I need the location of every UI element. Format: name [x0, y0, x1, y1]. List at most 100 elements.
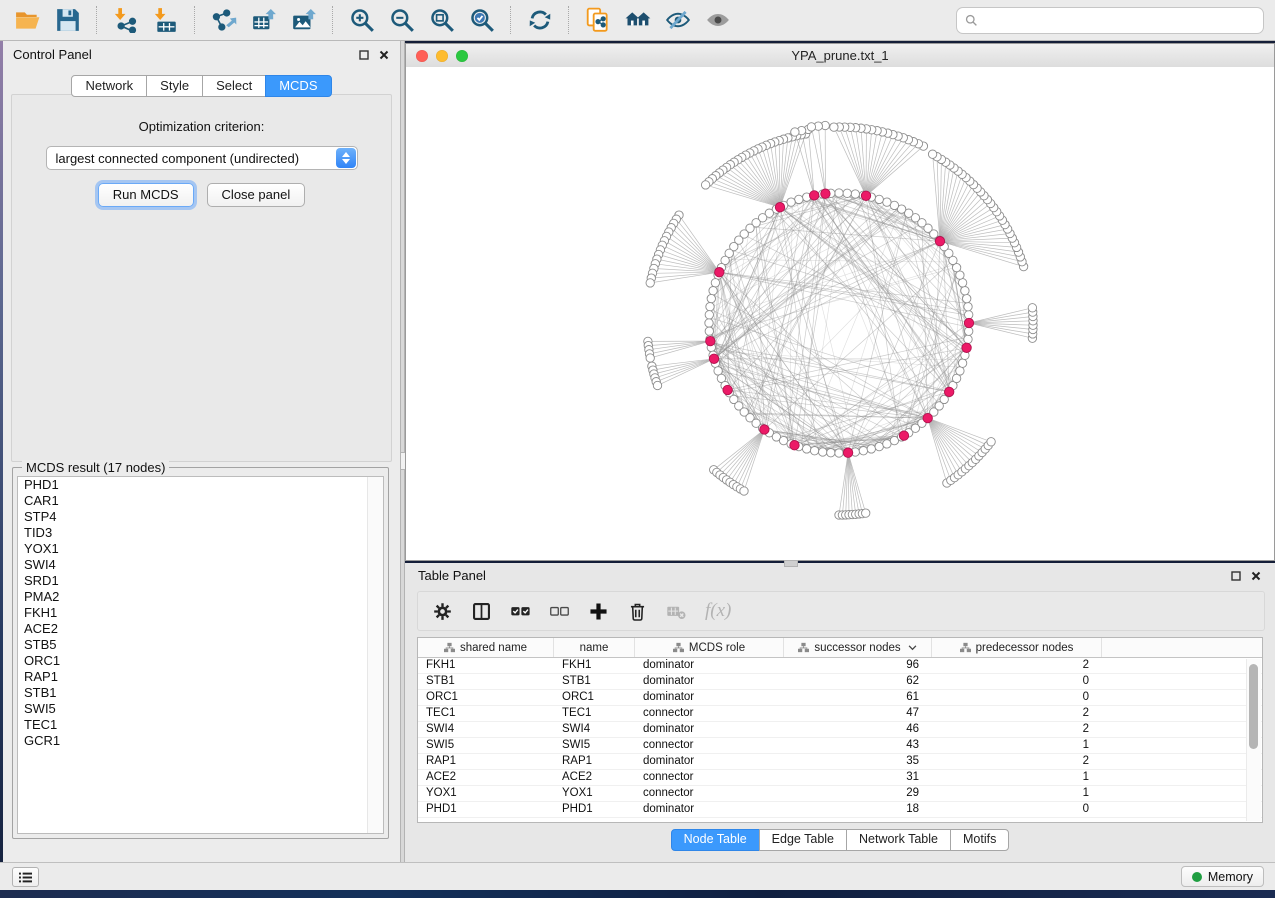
memory-button[interactable]: Memory	[1181, 866, 1264, 887]
mcds-result-item[interactable]: STB5	[18, 637, 383, 653]
table-scrollbar[interactable]	[1246, 659, 1261, 821]
memory-label: Memory	[1208, 870, 1253, 884]
search-box	[956, 7, 1264, 34]
zoom-in-icon[interactable]	[344, 4, 380, 36]
table-panel: Table Panel f(x) shared namenameMCDS rol…	[405, 563, 1275, 862]
add-icon[interactable]	[588, 601, 609, 622]
mcds-result-item[interactable]: SWI5	[18, 701, 383, 717]
mcds-result-item[interactable]: STP4	[18, 509, 383, 525]
tab-network[interactable]: Network	[71, 75, 147, 97]
column-label: predecessor nodes	[976, 642, 1074, 654]
close-table-panel-icon[interactable]	[1250, 570, 1262, 582]
close-panel-button[interactable]: Close panel	[207, 183, 306, 207]
column-header-MCDS-role[interactable]: MCDS role	[635, 638, 784, 657]
zoom-out-icon[interactable]	[384, 4, 420, 36]
tab-motifs[interactable]: Motifs	[950, 829, 1009, 851]
network-window-titlebar[interactable]: YPA_prune.txt_1	[406, 44, 1274, 68]
tab-network-table[interactable]: Network Table	[846, 829, 951, 851]
zoom-fit-icon[interactable]	[424, 4, 460, 36]
select-all-icon[interactable]	[510, 601, 531, 622]
table-scrollbar-thumb[interactable]	[1249, 664, 1258, 749]
mcds-result-item[interactable]: RAP1	[18, 669, 383, 685]
table-row[interactable]: FKH1FKH1dominator962	[418, 658, 1262, 674]
column-header-shared-name[interactable]: shared name	[418, 638, 554, 657]
share-document-icon[interactable]	[580, 4, 616, 36]
mcds-result-item[interactable]: YOX1	[18, 541, 383, 557]
node-table: shared namenameMCDS rolesuccessor nodes p…	[417, 637, 1263, 823]
mcds-result-item[interactable]: PHD1	[18, 477, 383, 493]
cell-successor-nodes: 47	[784, 706, 932, 721]
save-icon[interactable]	[50, 4, 86, 36]
refresh-icon[interactable]	[522, 4, 558, 36]
mcds-result-item[interactable]: GCR1	[18, 733, 383, 749]
mcds-result-item[interactable]: ACE2	[18, 621, 383, 637]
network-graph[interactable]	[406, 67, 1274, 560]
gear-icon[interactable]	[432, 601, 453, 622]
mcds-result-group: MCDS result (17 nodes) PHD1CAR1STP4TID3Y…	[12, 467, 389, 839]
table-row[interactable]: YOX1YOX1connector291	[418, 786, 1262, 802]
mcds-result-item[interactable]: SRD1	[18, 573, 383, 589]
cell-predecessor-nodes: 0	[932, 690, 1102, 705]
cell-MCDS-role: dominator	[635, 722, 784, 737]
tab-select[interactable]: Select	[202, 75, 266, 97]
close-panel-icon[interactable]	[378, 49, 390, 61]
table-row[interactable]: ACE2ACE2connector311	[418, 770, 1262, 786]
table-row[interactable]: STB1STB1dominator620	[418, 674, 1262, 690]
export-network-icon[interactable]	[206, 4, 242, 36]
mcds-result-item[interactable]: FKH1	[18, 605, 383, 621]
cell-shared-name: YOX1	[418, 786, 554, 801]
export-table-icon[interactable]	[246, 4, 282, 36]
table-row[interactable]: PHD1PHD1dominator180	[418, 802, 1262, 818]
deselect-all-icon[interactable]	[549, 601, 570, 622]
table-row[interactable]: SWI5SWI5connector431	[418, 738, 1262, 754]
cell-shared-name: SWI4	[418, 722, 554, 737]
mcds-result-item[interactable]: TID3	[18, 525, 383, 541]
delete-icon[interactable]	[627, 601, 648, 622]
table-row[interactable]: ORC1ORC1dominator610	[418, 690, 1262, 706]
mcds-result-item[interactable]: CAR1	[18, 493, 383, 509]
task-history-button[interactable]	[12, 867, 39, 887]
mcds-result-item[interactable]: SWI4	[18, 557, 383, 573]
columns-icon[interactable]	[471, 601, 492, 622]
import-table-icon[interactable]	[148, 4, 184, 36]
column-header-predecessor-nodes[interactable]: predecessor nodes	[932, 638, 1102, 657]
cell-shared-name: SWI5	[418, 738, 554, 753]
cell-predecessor-nodes: 2	[932, 722, 1102, 737]
criterion-dropdown[interactable]: largest connected component (undirected)	[46, 146, 358, 170]
mcds-result-item[interactable]: STB1	[18, 685, 383, 701]
network-canvas[interactable]	[406, 67, 1274, 560]
cell-successor-nodes: 96	[784, 658, 932, 673]
tab-mcds[interactable]: MCDS	[265, 75, 331, 97]
mcds-list-scrollbar[interactable]	[367, 477, 383, 833]
column-header-name[interactable]: name	[554, 638, 635, 657]
float-panel-icon[interactable]	[358, 49, 370, 61]
mcds-result-item[interactable]: ORC1	[18, 653, 383, 669]
first-neighbors-icon[interactable]	[620, 4, 656, 36]
hide-selected-icon[interactable]	[660, 4, 696, 36]
run-mcds-button[interactable]: Run MCDS	[98, 183, 194, 207]
search-input[interactable]	[984, 12, 1255, 29]
table-row[interactable]: TEC1TEC1connector472	[418, 706, 1262, 722]
export-image-icon[interactable]	[286, 4, 322, 36]
horizontal-splitter-handle[interactable]	[784, 560, 798, 567]
tab-edge-table[interactable]: Edge Table	[759, 829, 847, 851]
table-row[interactable]: SWI4SWI4dominator462	[418, 722, 1262, 738]
import-network-icon[interactable]	[108, 4, 144, 36]
tab-style[interactable]: Style	[146, 75, 203, 97]
column-header-successor-nodes[interactable]: successor nodes	[784, 638, 932, 657]
float-table-panel-icon[interactable]	[1230, 570, 1242, 582]
table-row[interactable]: RAP1RAP1dominator352	[418, 754, 1262, 770]
column-header-empty	[1102, 638, 1262, 657]
show-all-icon[interactable]	[700, 4, 736, 36]
mcds-result-item[interactable]: PMA2	[18, 589, 383, 605]
function-icon: f(x)	[705, 600, 731, 622]
desktop-edge-bottom	[0, 890, 1275, 898]
cell-MCDS-role: dominator	[635, 690, 784, 705]
cell-successor-nodes: 18	[784, 802, 932, 817]
mcds-result-item[interactable]: TEC1	[18, 717, 383, 733]
cell-successor-nodes: 62	[784, 674, 932, 689]
zoom-selected-icon[interactable]	[464, 4, 500, 36]
open-folder-icon[interactable]	[10, 4, 46, 36]
tab-node-table[interactable]: Node Table	[671, 829, 760, 851]
criterion-dropdown-value: largest connected component (undirected)	[47, 151, 300, 166]
